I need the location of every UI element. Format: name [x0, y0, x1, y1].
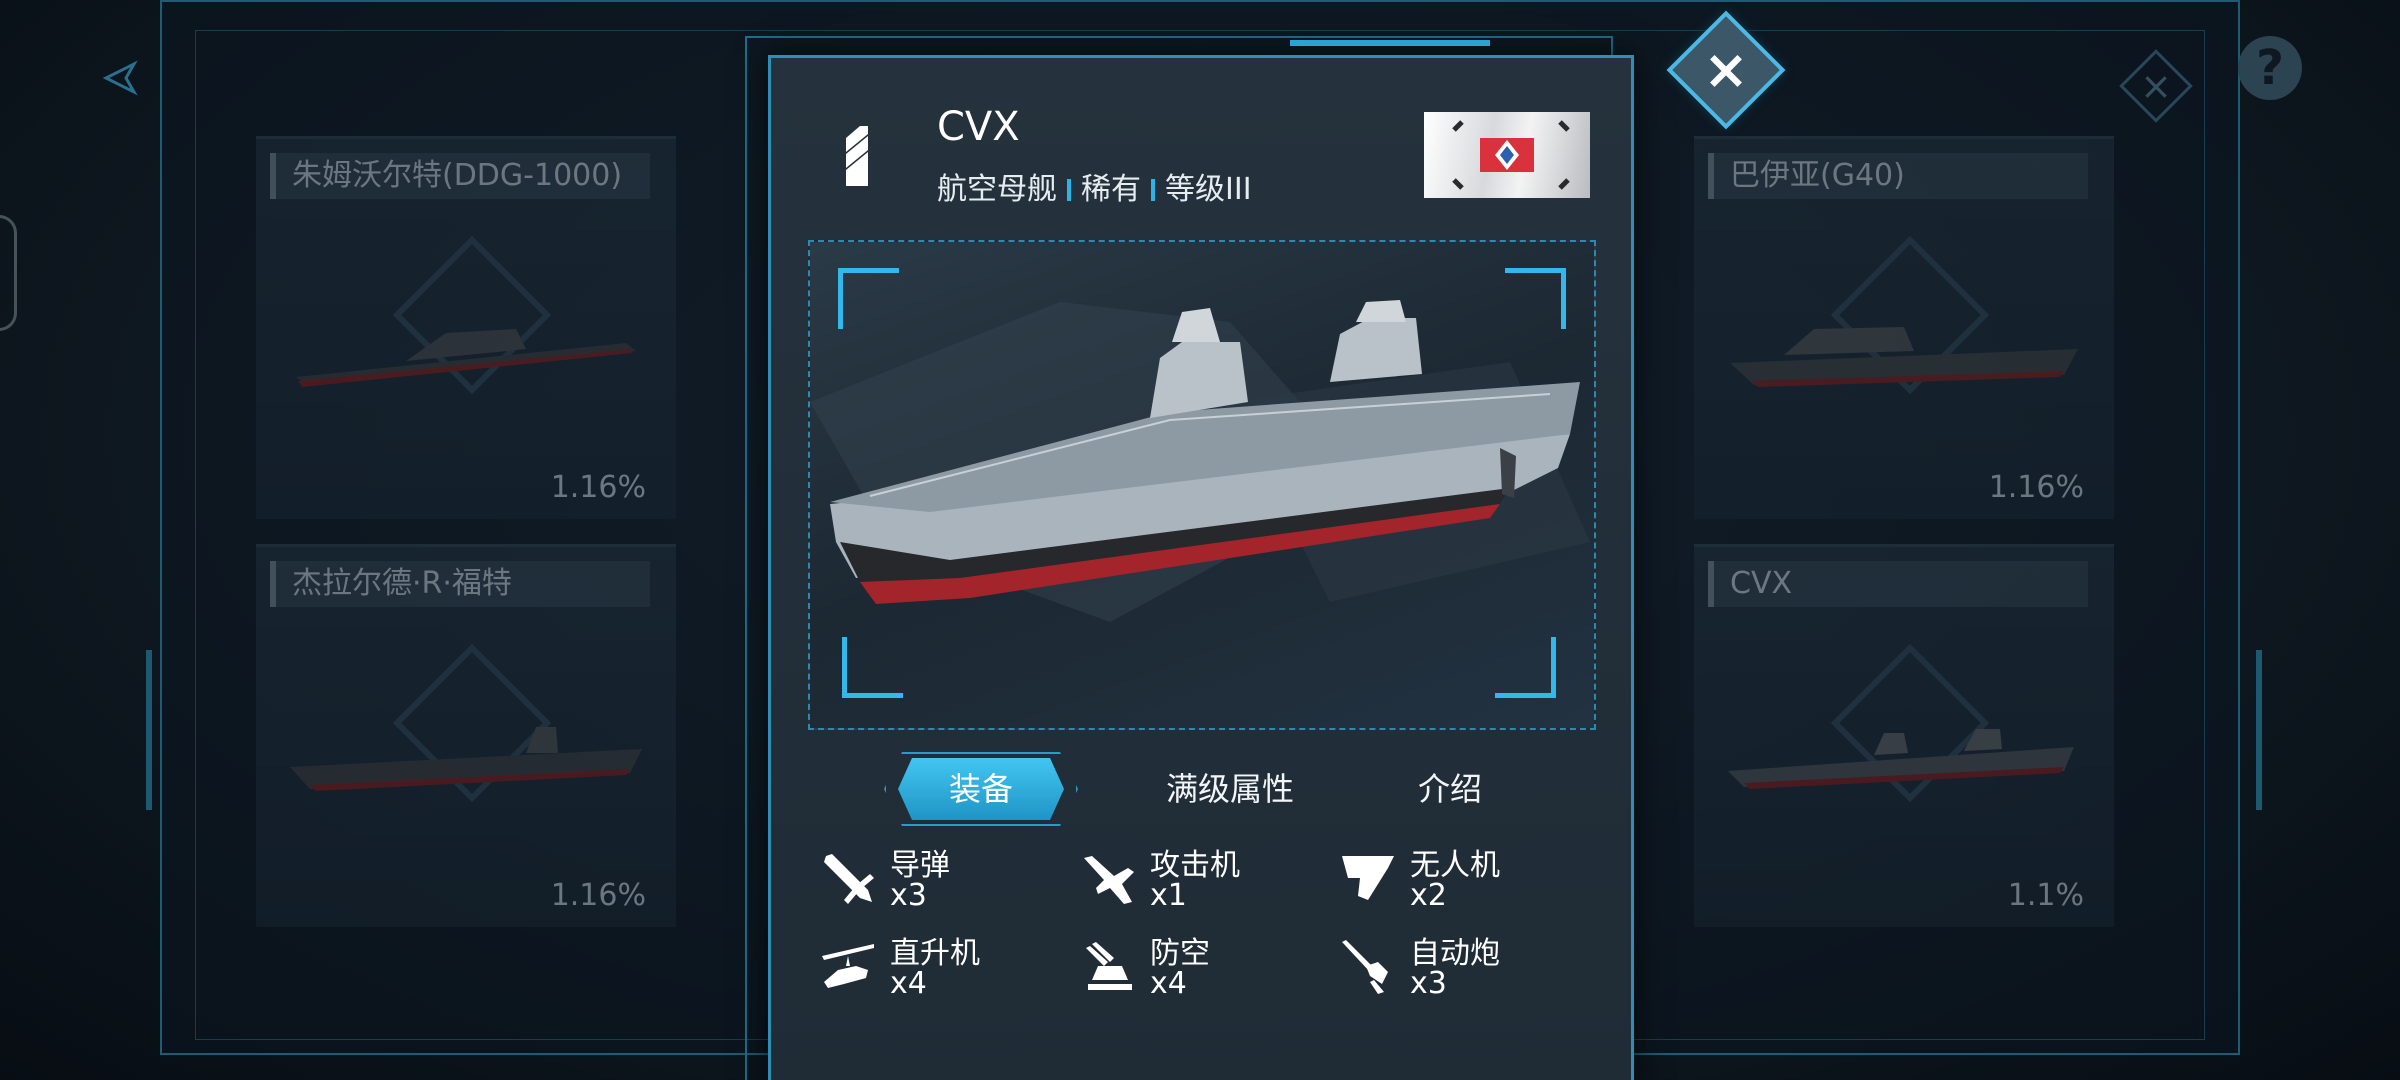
frame-corner	[1495, 637, 1556, 698]
ship-card-name: 杰拉尔德·R·福特	[270, 561, 650, 607]
tab-max-level-stats[interactable]: 满级属性	[1130, 758, 1330, 820]
side-tab-handle[interactable]	[0, 215, 17, 331]
ship-card[interactable]: 杰拉尔德·R·福特 1.16%	[256, 544, 676, 927]
frame-corner	[842, 637, 903, 698]
equipment-count: x2	[1410, 878, 1447, 913]
frame-corner	[838, 268, 899, 329]
equipment-item: 导弹 x3	[818, 842, 1058, 913]
equipment-count: x4	[890, 966, 927, 1001]
detail-tabs: 装备 满级属性 介绍	[880, 758, 1580, 820]
ship-preview	[808, 240, 1596, 730]
equipment-item: 自动炮 x3	[1338, 930, 1578, 1001]
drone-icon	[1342, 856, 1394, 900]
equipment-count: x3	[890, 878, 927, 913]
ship-thumbnail	[296, 329, 636, 387]
nation-flag-icon	[1424, 112, 1590, 198]
ship-card-name: CVX	[1708, 561, 2088, 607]
equipment-item: 直升机 x4	[818, 930, 1058, 1001]
frame-corner	[1505, 268, 1566, 329]
ship-thumbnail	[290, 727, 642, 791]
equipment-item: 防空 x4	[1078, 930, 1318, 1001]
back-arrow-icon[interactable]	[100, 58, 140, 98]
equipment-count: x4	[1150, 966, 1187, 1001]
modal-top-accent	[1290, 40, 1490, 46]
close-icon: ×	[1703, 38, 1749, 101]
question-icon: ?	[2256, 40, 2284, 96]
equipment-item: 攻击机 x1	[1078, 842, 1318, 913]
drop-rate: 1.16%	[550, 878, 646, 913]
anti-air-icon	[1086, 942, 1132, 990]
ship-tier: 等级III	[1165, 172, 1252, 207]
ship-type: 航空母舰	[937, 172, 1057, 207]
tab-introduction[interactable]: 介绍	[1350, 758, 1550, 820]
ship-thumbnail	[1730, 327, 2078, 387]
helicopter-icon	[822, 944, 874, 988]
ship-thumbnail	[1728, 729, 2074, 789]
equipment-item: 无人机 x2	[1338, 842, 1578, 913]
rank-chevron-icon	[846, 126, 868, 186]
close-icon: ×	[2140, 64, 2172, 108]
autocannon-icon	[1342, 940, 1388, 994]
help-button[interactable]: ?	[2238, 36, 2302, 100]
equipment-count: x1	[1150, 878, 1187, 913]
drop-rate: 1.1%	[2007, 878, 2084, 913]
ship-name: CVX	[937, 104, 1020, 150]
meta-separator	[1151, 179, 1155, 201]
missile-icon	[824, 854, 874, 904]
ship-card[interactable]: 朱姆沃尔特(DDG-1000) 1.16%	[256, 136, 676, 519]
ship-meta: 航空母舰 稀有 等级III	[937, 164, 1252, 208]
drop-rate: 1.16%	[1988, 470, 2084, 505]
left-edge-accent	[146, 650, 152, 810]
right-edge-accent	[2256, 650, 2262, 810]
ship-card[interactable]: CVX 1.1%	[1694, 544, 2114, 927]
tab-equipment[interactable]: 装备	[898, 758, 1064, 820]
drop-rate: 1.16%	[550, 470, 646, 505]
attack-jet-icon	[1084, 856, 1134, 904]
meta-separator	[1067, 179, 1071, 201]
ship-card[interactable]: 巴伊亚(G40) 1.16%	[1694, 136, 2114, 519]
equipment-count: x3	[1410, 966, 1447, 1001]
game-screen: × ? 朱姆沃尔特(DDG-1000) 1.16% 巴伊亚(G40) 1.16%…	[0, 0, 2400, 1080]
ship-model	[810, 300, 1590, 622]
ship-rarity: 稀有	[1081, 172, 1141, 207]
ship-card-name: 朱姆沃尔特(DDG-1000)	[270, 153, 650, 199]
ship-card-name: 巴伊亚(G40)	[1708, 153, 2088, 199]
